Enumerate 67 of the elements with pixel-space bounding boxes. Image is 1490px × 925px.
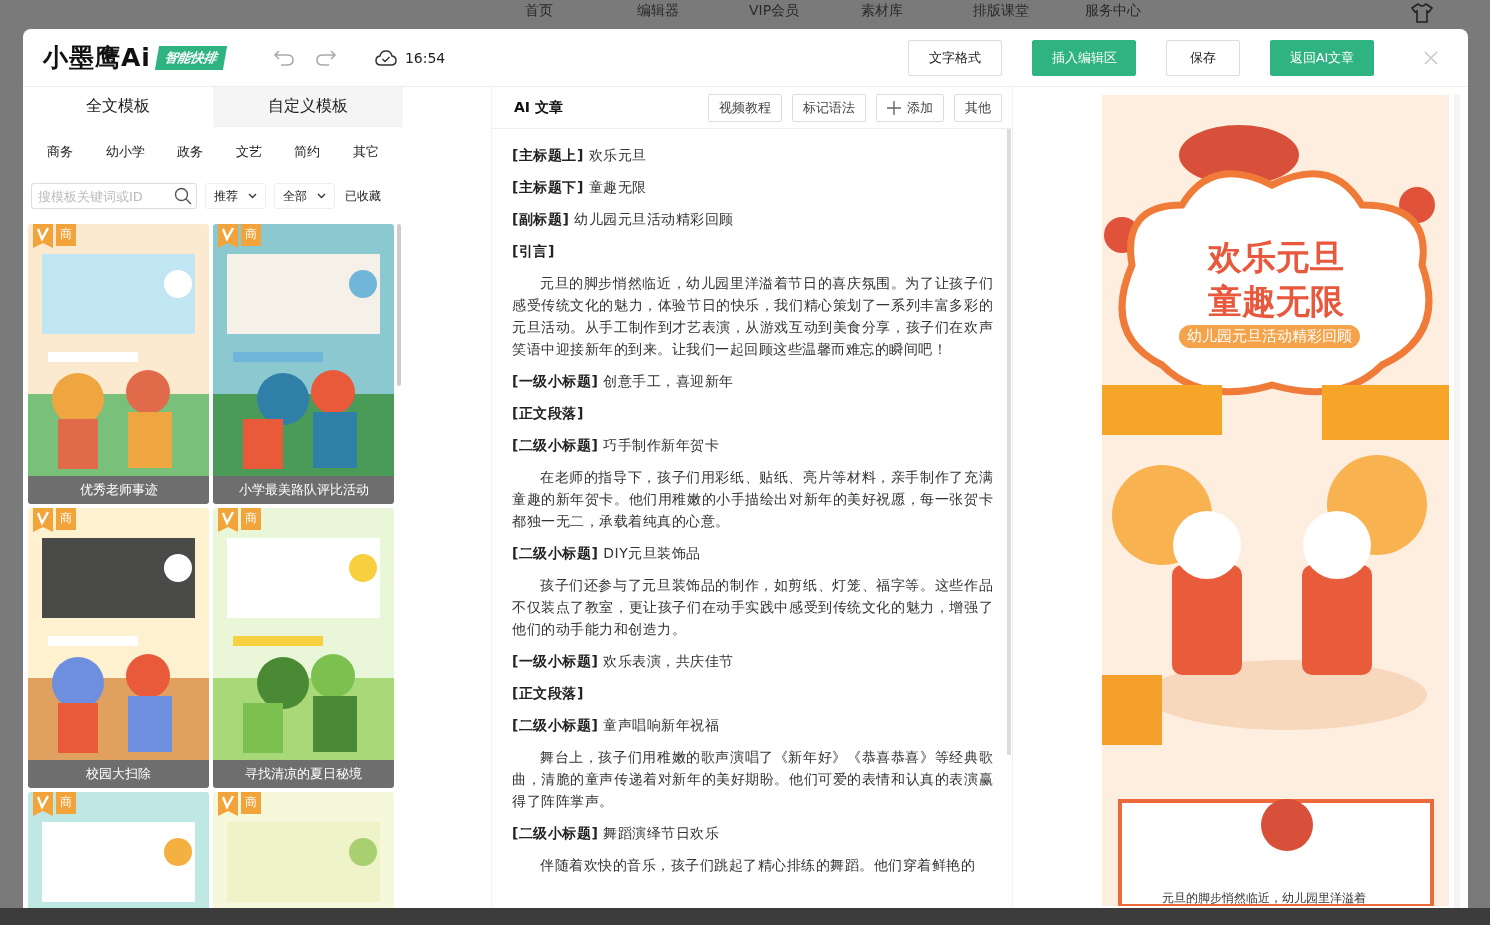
preview-subtitle: 幼儿园元旦活动精彩回顾 bbox=[1179, 325, 1360, 348]
tool-button[interactable]: 标记语法 bbox=[792, 93, 866, 122]
commercial-badge: 商 bbox=[56, 508, 76, 530]
vip-ribbon-icon bbox=[33, 224, 53, 248]
commercial-badge: 商 bbox=[241, 508, 261, 530]
category-link[interactable]: 政务 bbox=[177, 143, 204, 179]
article-heading: [二级小标题] 舞蹈演绎节日欢乐 bbox=[512, 824, 721, 843]
article-paragraph: 伴随着欢快的音乐，孩子们跳起了精心排练的舞蹈。他们穿着鲜艳的 bbox=[539, 856, 976, 875]
template-tab[interactable]: 自定义模板 bbox=[213, 87, 403, 127]
article-heading: [正文段落] bbox=[512, 404, 585, 423]
article-heading: [二级小标题] DIY元旦装饰品 bbox=[512, 544, 702, 563]
panel-title: AI 文章 bbox=[514, 98, 563, 117]
commercial-badge: 商 bbox=[56, 792, 76, 814]
article-paragraph: 孩子们还参与了元旦装饰品的制作，如剪纸、灯笼、福字等。这些作品不仅装点了教室，更让孩子们在动手实践中感受到传统文化的魅力，增强了他们的动手能力和创造力。 bbox=[512, 576, 993, 639]
preview-title-line: 欢乐元旦 bbox=[1207, 236, 1344, 279]
commercial-badge: 商 bbox=[56, 224, 76, 246]
outline-button[interactable]: 保存 bbox=[1166, 39, 1240, 76]
article-heading: [一级小标题] 欢乐表演，共庆佳节 bbox=[512, 652, 735, 671]
article-heading: [主标题上] 欢乐元旦 bbox=[512, 146, 648, 165]
category-link[interactable]: 文艺 bbox=[235, 143, 262, 179]
article-paragraph: 元旦的脚步悄然临近，幼儿园里洋溢着节日的喜庆氛围。为了让孩子们感受传统文化的魅力，体验节日的快乐，我们精心策划了一系列丰富多彩的元旦活动。从手工制作到才艺表演，从游戏互动到美食分享，孩子们在欢声笑语中迎接新年的到来。让我们一起回顾这些温馨而难忘的瞬间吧！ bbox=[512, 274, 993, 359]
article-heading: [一级小标题] 创意手工，喜迎新年 bbox=[512, 372, 735, 391]
caret-icon bbox=[248, 193, 257, 199]
vip-ribbon-icon bbox=[33, 792, 53, 816]
logo-badge: 智能快排 bbox=[154, 45, 228, 70]
vip-ribbon-icon bbox=[218, 792, 238, 816]
search-field[interactable]: 搜模板关键词或ID bbox=[31, 183, 197, 209]
undo-icon[interactable] bbox=[272, 48, 295, 67]
filter-dropdown[interactable]: 全部 bbox=[274, 183, 335, 209]
category-link[interactable]: 幼小学 bbox=[105, 143, 145, 179]
search-icon[interactable] bbox=[174, 187, 192, 205]
article-paragraph: 在老师的指导下，孩子们用彩纸、贴纸、亮片等材料，亲手制作了充满童趣的新年贺卡。他们用稚嫩的小手描绘出对新年的美好祝愿，每一张贺卡都独一无二，承载着纯真的心意。 bbox=[512, 468, 993, 531]
favorites-link[interactable]: 已收藏 bbox=[345, 187, 381, 205]
outline-button[interactable]: 文字格式 bbox=[908, 39, 1002, 76]
article-heading: [二级小标题] 童声唱响新年祝福 bbox=[512, 716, 721, 735]
tool-button[interactable]: 视频教程 bbox=[708, 93, 782, 122]
vip-ribbon-icon bbox=[218, 508, 238, 532]
tool-button[interactable]: 其他 bbox=[954, 93, 1002, 122]
commercial-badge: 商 bbox=[241, 224, 261, 246]
article-paragraph: 舞台上，孩子们用稚嫩的歌声演唱了《新年好》《恭喜恭喜》等经典歌曲，清脆的童声传递着对新年的美好期盼。他们可爱的表情和认真的表演赢得了阵阵掌声。 bbox=[512, 748, 993, 811]
card-caption: 小学最美路队评比活动 bbox=[213, 476, 394, 504]
article-heading: [二级小标题] 巧手制作新年贺卡 bbox=[512, 436, 721, 455]
shirt-icon bbox=[1410, 2, 1434, 24]
preview-text: 元旦的脚步悄然临近，幼儿园里洋溢着 bbox=[1162, 890, 1366, 906]
card-caption: 优秀老师事迹 bbox=[28, 476, 209, 504]
filter-dropdown[interactable]: 推荐 bbox=[205, 183, 266, 209]
preview-title-line: 童趣无限 bbox=[1207, 280, 1344, 323]
category-link[interactable]: 其它 bbox=[352, 143, 379, 179]
logo: 小墨鹰Ai bbox=[43, 42, 151, 74]
article-heading: [正文段落] bbox=[512, 684, 585, 703]
article-heading: [引言] bbox=[512, 242, 556, 261]
article-heading: [主标题下] 童趣无限 bbox=[512, 178, 648, 197]
save-time: 16:54 bbox=[404, 49, 446, 66]
plus-icon bbox=[887, 100, 901, 115]
card-caption: 校园大扫除 bbox=[28, 760, 209, 788]
category-link[interactable]: 简约 bbox=[294, 143, 321, 179]
add-button[interactable]: 添加 bbox=[876, 93, 944, 122]
article-heading: [副标题] 幼儿园元旦活动精彩回顾 bbox=[512, 210, 735, 229]
close-icon[interactable] bbox=[1424, 50, 1438, 65]
cloud-check-icon bbox=[374, 49, 397, 66]
caret-icon bbox=[317, 193, 326, 199]
vip-ribbon-icon bbox=[33, 508, 53, 532]
card-caption: 寻找清凉的夏日秘境 bbox=[213, 760, 394, 788]
redo-icon[interactable] bbox=[314, 48, 337, 67]
commercial-badge: 商 bbox=[241, 792, 261, 814]
vip-ribbon-icon bbox=[218, 224, 238, 248]
category-link[interactable]: 商务 bbox=[47, 143, 74, 179]
